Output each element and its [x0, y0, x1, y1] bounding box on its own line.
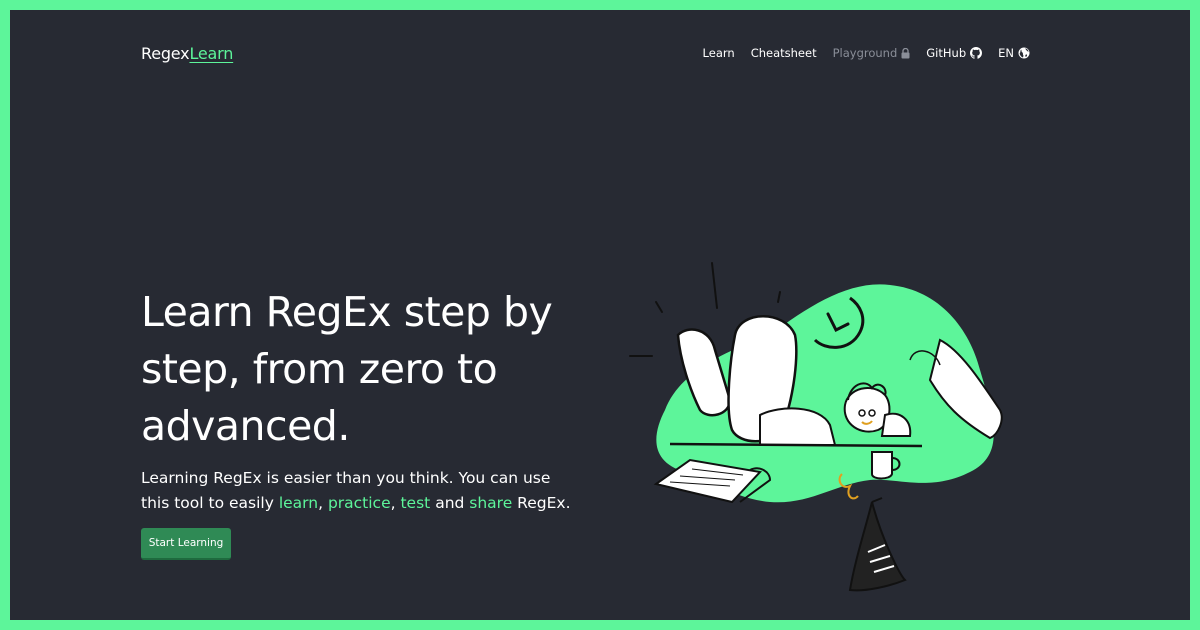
- nav-language[interactable]: EN: [998, 46, 1030, 60]
- hero-description: Learning RegEx is easier than you think.…: [141, 466, 571, 516]
- hero-desc-sep: and: [430, 494, 470, 512]
- nav-learn-label: Learn: [702, 46, 735, 60]
- hero-illustration: [629, 262, 1003, 592]
- nav-playground[interactable]: Playground: [833, 46, 911, 60]
- hero-desc-sep: ,: [390, 494, 401, 512]
- brand-prefix: Regex: [141, 44, 190, 63]
- lock-icon: [901, 47, 910, 58]
- link-learn[interactable]: learn: [279, 494, 318, 512]
- nav-cheatsheet-label: Cheatsheet: [750, 46, 817, 60]
- globe-icon: [1018, 47, 1030, 59]
- page-frame: RegexLearn Learn Cheatsheet Playground G…: [10, 10, 1190, 620]
- link-test[interactable]: test: [400, 494, 430, 512]
- github-icon: [970, 47, 983, 59]
- nav-github[interactable]: GitHub: [926, 46, 983, 60]
- top-nav: Learn Cheatsheet Playground GitHub EN: [703, 46, 1030, 60]
- nav-cheatsheet[interactable]: Cheatsheet: [751, 46, 817, 60]
- link-practice[interactable]: practice: [328, 494, 391, 512]
- link-share[interactable]: share: [469, 494, 512, 512]
- nav-learn[interactable]: Learn: [703, 46, 735, 60]
- nav-language-label: EN: [998, 46, 1014, 60]
- hero-desc-suffix: RegEx.: [512, 494, 571, 512]
- brand-logo[interactable]: RegexLearn: [141, 44, 233, 63]
- nav-playground-label: Playground: [832, 46, 898, 60]
- hero-title: Learn RegEx step by step, from zero to a…: [141, 288, 553, 450]
- hero-desc-sep: ,: [318, 494, 328, 512]
- brand-accent: Learn: [189, 44, 234, 63]
- start-learning-button[interactable]: Start Learning: [141, 528, 231, 560]
- nav-github-label: GitHub: [926, 46, 967, 60]
